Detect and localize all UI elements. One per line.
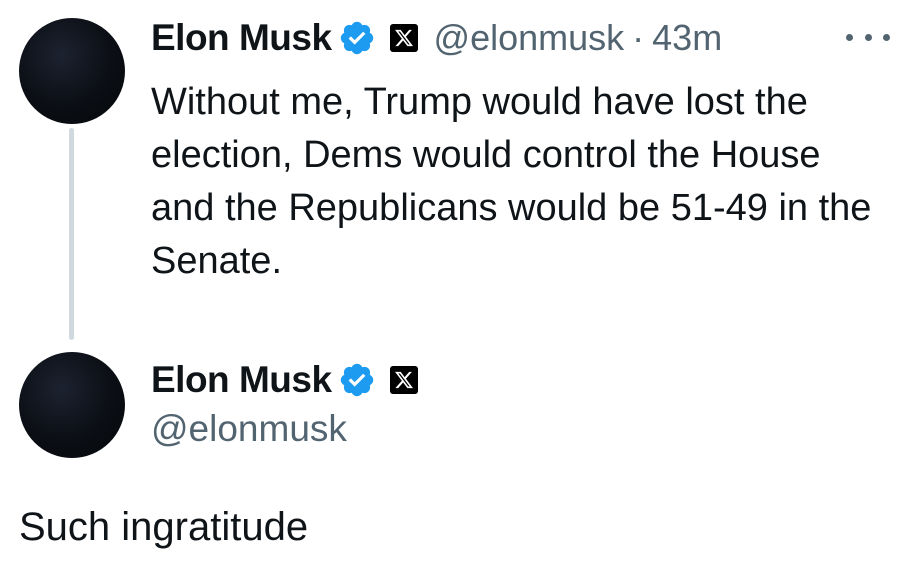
x-logo-icon — [389, 366, 418, 394]
more-horizontal-icon[interactable] — [846, 30, 890, 44]
separator-dot: · — [632, 17, 645, 58]
more-dot — [846, 33, 853, 41]
post-timestamp[interactable]: 43m — [652, 17, 722, 59]
more-dot — [864, 33, 872, 41]
reply-text: Such ingratitude — [19, 505, 309, 549]
author-name[interactable]: Elon Musk — [151, 359, 332, 401]
thread-connector-line — [69, 128, 74, 340]
author-handle[interactable]: @elonmusk — [151, 408, 347, 450]
reply-header: Elon Musk — [151, 354, 418, 406]
post-header: Elon Musk @elonmusk · 43m — [151, 12, 722, 64]
author-name[interactable]: Elon Musk — [151, 17, 332, 59]
verified-check-icon[interactable] — [338, 19, 376, 57]
post-text: Without me, Trump would have lost the el… — [151, 81, 872, 282]
more-dot — [883, 33, 890, 41]
author-handle[interactable]: @elonmusk — [434, 17, 625, 59]
avatar[interactable] — [19, 18, 125, 124]
avatar[interactable] — [19, 352, 125, 458]
x-logo-icon — [389, 24, 418, 52]
verified-check-icon[interactable] — [338, 361, 376, 399]
